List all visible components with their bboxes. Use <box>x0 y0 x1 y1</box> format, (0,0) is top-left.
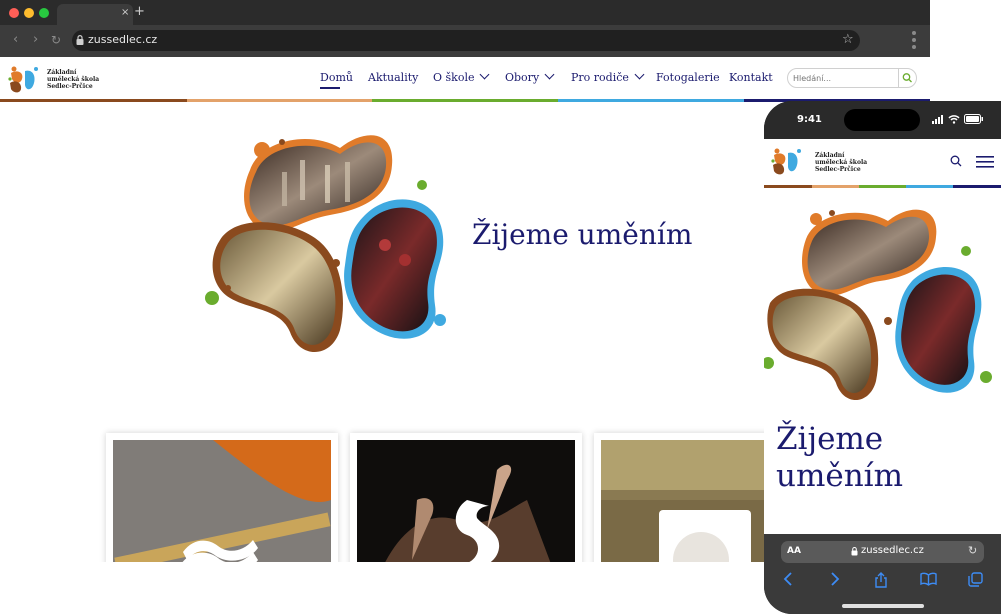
browser-tab[interactable]: × <box>57 4 133 25</box>
lock-icon <box>76 35 84 45</box>
chevron-down-icon <box>544 69 555 80</box>
card-image <box>357 440 575 562</box>
back-icon[interactable] <box>783 572 793 586</box>
chevron-down-icon <box>480 69 490 80</box>
search-icon[interactable] <box>950 155 962 167</box>
search-icon <box>902 73 912 83</box>
close-window-dot[interactable] <box>9 8 19 18</box>
school-logo[interactable] <box>8 65 42 95</box>
reload-icon[interactable]: ↻ <box>968 544 977 557</box>
tabs-icon[interactable] <box>968 572 983 587</box>
forward-icon[interactable] <box>830 572 840 586</box>
school-name-line: Základní <box>47 69 77 76</box>
mobile-phone-frame: 9:41 Základní umělecká škola Sedlec-Prči… <box>764 101 1001 614</box>
signal-icon <box>932 115 943 124</box>
nav-item-label: Pro rodiče <box>571 71 629 84</box>
hero-title: Žijeme uměním <box>776 421 903 495</box>
browser-toolbar: ‹ › ↻ zussedlec.cz ☆ <box>0 25 930 57</box>
status-time: 9:41 <box>797 114 822 125</box>
search-button[interactable] <box>898 69 915 87</box>
card-image <box>113 440 331 562</box>
header-color-stripe <box>764 185 1001 188</box>
card-photo-dance <box>357 440 575 562</box>
nav-active-indicator <box>320 87 340 89</box>
new-tab-icon[interactable]: + <box>134 5 145 18</box>
tab-close-icon[interactable]: × <box>121 7 129 18</box>
nav-item-obory[interactable]: Obory <box>505 69 555 84</box>
nav-item-aktuality[interactable]: Aktuality <box>368 71 418 84</box>
school-name-line: Sedlec-Prčice <box>47 83 93 90</box>
nav-item-label: O škole <box>433 71 475 84</box>
battery-icon <box>964 114 983 124</box>
hero-title: Žijeme uměním <box>472 218 693 251</box>
address-bar-url: zussedlec.cz <box>88 33 158 46</box>
browser-titlebar: × + <box>0 0 930 25</box>
search-input[interactable] <box>793 71 893 85</box>
address-bar[interactable]: zussedlec.cz ☆ <box>72 30 860 51</box>
bookmark-star-icon[interactable]: ☆ <box>842 32 854 47</box>
home-indicator <box>842 604 924 608</box>
site-header: Základní umělecká škola Sedlec-Prčice Do… <box>0 57 930 101</box>
nav-item-domu[interactable]: Domů <box>320 71 353 84</box>
minimize-window-dot[interactable] <box>24 8 34 18</box>
safari-address-bar[interactable]: AA zussedlec.cz ↻ <box>781 541 984 563</box>
forward-icon[interactable]: › <box>33 33 38 47</box>
phone-status-bar: 9:41 <box>764 101 1001 139</box>
maximize-window-dot[interactable] <box>39 8 49 18</box>
share-icon[interactable] <box>874 572 888 588</box>
school-logo[interactable] <box>771 147 805 177</box>
search-box <box>787 68 917 88</box>
school-name-line: Základní <box>815 152 845 159</box>
reader-options-button[interactable]: AA <box>787 546 801 556</box>
reload-icon[interactable]: ↻ <box>51 33 61 47</box>
nav-item-kontakt[interactable]: Kontakt <box>729 71 773 84</box>
nav-item-pro-rodice[interactable]: Pro rodiče <box>571 69 645 84</box>
hero-title-line: Žijeme <box>776 421 884 457</box>
dynamic-island <box>844 109 920 131</box>
chevron-down-icon <box>634 69 645 80</box>
hero-blob-photo-collage <box>205 135 446 353</box>
browser-menu-icon[interactable] <box>912 31 916 52</box>
card-photo-music <box>113 440 331 562</box>
bookmarks-icon[interactable] <box>920 572 937 586</box>
obor-card-hudebni[interactable] <box>106 433 338 562</box>
nav-item-label: Obory <box>505 71 540 84</box>
hero-title-line: uměním <box>776 458 903 494</box>
lock-icon <box>851 547 858 556</box>
school-name-line: Sedlec-Prčice <box>815 166 861 173</box>
wifi-icon <box>948 115 960 124</box>
mobile-web-page: Základní umělecká škola Sedlec-Prčice Ži… <box>764 139 1001 534</box>
school-name: Základní umělecká škola Sedlec-Prčice <box>815 152 867 173</box>
safari-domain: zussedlec.cz <box>861 545 924 556</box>
hamburger-menu-icon[interactable] <box>976 156 994 168</box>
obor-card-tanecni[interactable] <box>350 433 582 562</box>
back-icon[interactable]: ‹ <box>13 33 18 47</box>
hero-blob-photo-collage <box>764 209 992 401</box>
school-name-line: umělecká škola <box>815 159 868 166</box>
nav-item-o-skole[interactable]: O škole <box>433 69 490 84</box>
school-name-line: umělecká škola <box>47 76 100 83</box>
safari-bottom-bar: AA zussedlec.cz ↻ <box>764 534 1001 614</box>
school-name: Základní umělecká škola Sedlec-Prčice <box>47 69 99 90</box>
nav-item-fotogalerie[interactable]: Fotogalerie <box>656 71 720 84</box>
